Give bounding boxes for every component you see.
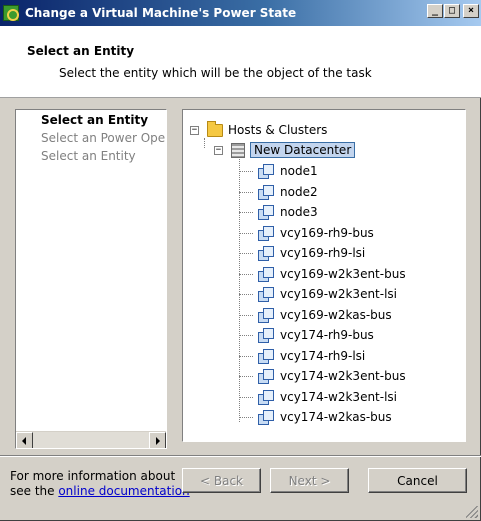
tree-node-label: vcy169-w2k3ent-lsi bbox=[280, 287, 398, 301]
virtual-machine-icon bbox=[258, 246, 274, 261]
window-controls: _ □ × bbox=[426, 4, 479, 18]
step-select-power-operation: Select an Power Operation bbox=[41, 131, 166, 145]
help-text-line1: For more information about bbox=[10, 469, 176, 483]
tree-connector bbox=[239, 376, 253, 377]
scroll-right-arrow-icon[interactable] bbox=[149, 432, 166, 448]
scroll-left-arrow-icon[interactable] bbox=[16, 432, 33, 448]
step-select-entity-2: Select an Entity bbox=[41, 149, 136, 163]
tree-node-label: vcy169-rh9-bus bbox=[280, 225, 374, 240]
resize-grip-icon[interactable] bbox=[466, 506, 478, 518]
tree-node-label: vcy169-w2k3ent-bus bbox=[280, 266, 406, 281]
help-text-line2: see the online documentation bbox=[10, 484, 200, 499]
wizard-header: Select an Entity Select the entity which… bbox=[0, 26, 481, 98]
tree-connector bbox=[239, 417, 253, 418]
tree-node-hosts-clusters[interactable]: − Hosts & Clusters bbox=[190, 120, 328, 139]
tree-node-vm[interactable]: vcy174-w2kas-bus bbox=[239, 408, 392, 426]
wizard-window: Change a Virtual Machine's Power State _… bbox=[0, 0, 481, 521]
tree-connector bbox=[239, 171, 253, 172]
tree-node-label: Hosts & Clusters bbox=[228, 123, 328, 137]
help-text: For more information about see the onlin… bbox=[10, 469, 200, 499]
tree-node-label: vcy169-w2kas-bus bbox=[280, 307, 392, 322]
tree-node-vm[interactable]: vcy169-w2k3ent-lsi bbox=[239, 285, 397, 303]
close-button[interactable]: × bbox=[463, 4, 479, 18]
tree-node-label: node2 bbox=[280, 184, 318, 199]
tree-connector bbox=[239, 335, 253, 336]
tree-connector bbox=[239, 212, 253, 213]
tree-node-vm[interactable]: vcy174-w2k3ent-lsi bbox=[239, 388, 397, 406]
tree-node-vm[interactable]: node2 bbox=[239, 183, 318, 201]
virtual-machine-icon bbox=[258, 410, 274, 425]
step-select-entity: Select an Entity bbox=[41, 113, 149, 127]
datacenter-icon bbox=[231, 142, 245, 158]
tree-node-label: vcy174-rh9-bus bbox=[280, 328, 374, 342]
minimize-button[interactable]: _ bbox=[427, 4, 443, 18]
tree-node-datacenter[interactable]: − New Datacenter bbox=[214, 141, 356, 159]
tree-node-label: vcy174-w2k3ent-bus bbox=[280, 369, 406, 383]
back-button[interactable]: < Back bbox=[182, 468, 261, 493]
tree-node-label: vcy174-w2k3ent-lsi bbox=[280, 389, 398, 404]
tree-node-label: node1 bbox=[280, 164, 318, 178]
tree-connector bbox=[204, 138, 205, 148]
virtual-machine-icon bbox=[258, 225, 274, 241]
tree-connector bbox=[239, 294, 253, 295]
wizard-footer: For more information about see the onlin… bbox=[0, 455, 481, 521]
virtual-machine-icon bbox=[258, 369, 274, 384]
tree-connector bbox=[239, 253, 253, 254]
title-bar[interactable]: Change a Virtual Machine's Power State _… bbox=[0, 0, 481, 26]
horizontal-scrollbar[interactable] bbox=[16, 431, 166, 448]
window-title: Change a Virtual Machine's Power State bbox=[25, 6, 297, 20]
virtual-machine-icon bbox=[258, 266, 274, 282]
virtual-machine-icon bbox=[258, 287, 274, 302]
tree-node-vm[interactable]: vcy169-rh9-lsi bbox=[239, 244, 365, 262]
virtual-machine-icon bbox=[258, 164, 274, 179]
collapse-toggle-icon[interactable]: − bbox=[214, 145, 223, 155]
tree-node-label: vcy174-w2kas-bus bbox=[280, 410, 392, 424]
virtual-machine-icon bbox=[258, 389, 274, 405]
tree-node-label: vcy174-rh9-lsi bbox=[280, 348, 366, 363]
tree-connector bbox=[239, 396, 253, 398]
tree-connector bbox=[239, 232, 253, 234]
tree-node-vm[interactable]: vcy169-w2k3ent-bus bbox=[239, 265, 406, 283]
tree-node-vm[interactable]: node3 bbox=[239, 203, 318, 221]
tree-node-vm[interactable]: vcy174-w2k3ent-bus bbox=[239, 367, 406, 385]
virtual-machine-icon bbox=[258, 307, 274, 323]
virtual-machine-icon bbox=[258, 328, 274, 343]
inventory-tree[interactable]: − Hosts & Clusters − New Datacenter node… bbox=[182, 109, 466, 442]
tree-node-vm[interactable]: vcy169-w2kas-bus bbox=[239, 306, 392, 324]
virtual-machine-icon bbox=[258, 348, 274, 364]
folder-icon bbox=[207, 120, 223, 137]
wizard-steps-panel: Select an Entity Select an Power Operati… bbox=[15, 109, 167, 449]
collapse-toggle-icon[interactable]: − bbox=[190, 125, 199, 135]
power-state-icon bbox=[3, 5, 19, 21]
help-text-prefix: see the bbox=[10, 484, 59, 498]
tree-connector bbox=[239, 314, 253, 316]
tree-node-vm[interactable]: node1 bbox=[239, 162, 318, 180]
online-documentation-link[interactable]: online documentation bbox=[58, 484, 189, 498]
tree-connector bbox=[239, 191, 253, 193]
cancel-button[interactable]: Cancel bbox=[368, 468, 467, 493]
virtual-machine-icon bbox=[258, 205, 274, 220]
virtual-machine-icon bbox=[258, 184, 274, 200]
tree-node-vm[interactable]: vcy169-rh9-bus bbox=[239, 224, 374, 242]
maximize-button[interactable]: □ bbox=[444, 4, 460, 18]
tree-node-label: node3 bbox=[280, 205, 318, 219]
tree-node-vm[interactable]: vcy174-rh9-bus bbox=[239, 326, 374, 344]
page-description: Select the entity which will be the obje… bbox=[59, 66, 372, 80]
tree-node-label: vcy169-rh9-lsi bbox=[280, 246, 366, 260]
tree-node-vm[interactable]: vcy174-rh9-lsi bbox=[239, 347, 365, 365]
tree-node-label: New Datacenter bbox=[250, 142, 356, 158]
tree-connector bbox=[239, 355, 253, 357]
page-title: Select an Entity bbox=[27, 44, 135, 58]
next-button[interactable]: Next > bbox=[270, 468, 349, 493]
tree-connector bbox=[239, 273, 253, 275]
